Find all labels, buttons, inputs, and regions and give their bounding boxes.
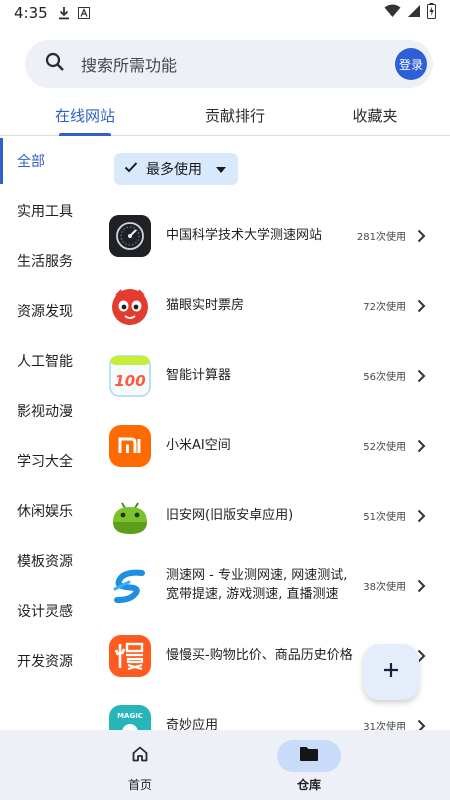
app-name: 奇妙应用 bbox=[166, 717, 219, 731]
maoyan-cat-icon bbox=[109, 285, 151, 327]
nav-label: 仓库 bbox=[296, 778, 321, 792]
sidebar-item-learning[interactable]: 学习大全 bbox=[0, 436, 96, 486]
tab-favorites[interactable]: 收藏夹 bbox=[300, 96, 450, 135]
app-name: 测速网 - 专业测网速, 网速测试, 宽带提速, 游戏测速, 直播测速 bbox=[166, 568, 348, 602]
chevron-right-icon bbox=[414, 298, 428, 313]
usage-count: 51次使用 bbox=[363, 511, 406, 523]
speedtest-s-icon bbox=[109, 565, 151, 607]
tab-label: 在线网站 bbox=[54, 107, 115, 125]
usage-count: 72次使用 bbox=[363, 301, 406, 313]
sort-filter-chip[interactable]: 最多使用 bbox=[114, 153, 238, 185]
chevron-right-icon bbox=[414, 368, 428, 383]
sidebar-item-dev-resources[interactable]: 开发资源 bbox=[0, 636, 96, 686]
status-time: 4:35 bbox=[14, 4, 48, 22]
sidebar-item-design[interactable]: 设计灵感 bbox=[0, 586, 96, 636]
filter-label: 最多使用 bbox=[146, 162, 202, 178]
magic-app-icon: MAGIC bbox=[109, 705, 151, 730]
signal-icon bbox=[407, 4, 421, 22]
app-name: 猫眼实时票房 bbox=[166, 297, 245, 313]
usage-count: 281次使用 bbox=[356, 231, 406, 243]
sidebar-item-resource-discovery[interactable]: 资源发现 bbox=[0, 286, 96, 336]
svg-text:MAGIC: MAGIC bbox=[117, 712, 143, 720]
search-input[interactable]: 搜索所需功能 bbox=[81, 52, 177, 76]
top-tabs: 在线网站 贡献排行 收藏夹 bbox=[0, 96, 450, 136]
list-item[interactable]: 100 智能计算器 56次使用 bbox=[96, 340, 450, 410]
list-item[interactable]: 猫眼实时票房 72次使用 bbox=[96, 270, 450, 340]
tab-contribution-ranking[interactable]: 贡献排行 bbox=[170, 96, 300, 135]
chevron-right-icon bbox=[414, 578, 428, 593]
usage-count: 38次使用 bbox=[363, 581, 406, 593]
list-item[interactable]: 小米AI空间 52次使用 bbox=[96, 410, 450, 480]
nav-label: 首页 bbox=[127, 778, 152, 792]
login-button[interactable]: 登录 bbox=[395, 48, 427, 80]
list-item[interactable]: 旧安网(旧版安卓应用) 51次使用 bbox=[96, 480, 450, 550]
chevron-right-icon bbox=[414, 718, 428, 730]
list-item[interactable]: 中国科学技术大学测速网站 281次使用 bbox=[96, 200, 450, 270]
tab-label: 收藏夹 bbox=[352, 107, 398, 125]
android-icon bbox=[109, 495, 151, 537]
sidebar-item-entertainment[interactable]: 休闲娱乐 bbox=[0, 486, 96, 536]
svg-text:100: 100 bbox=[114, 372, 145, 390]
plus-icon bbox=[383, 662, 399, 682]
chevron-right-icon bbox=[414, 438, 428, 453]
download-icon bbox=[58, 6, 70, 20]
chevron-right-icon bbox=[414, 508, 428, 523]
app-name: 智能计算器 bbox=[166, 367, 232, 383]
calculator-100-icon: 100 bbox=[109, 355, 151, 397]
battery-charging-icon bbox=[427, 3, 436, 23]
sidebar-item-film-anime[interactable]: 影视动漫 bbox=[0, 386, 96, 436]
folder-icon bbox=[299, 746, 319, 766]
sidebar-item-life-services[interactable]: 生活服务 bbox=[0, 236, 96, 286]
add-fab-button[interactable] bbox=[363, 644, 419, 700]
xiaomi-icon bbox=[109, 425, 151, 467]
category-sidebar: 全部 实用工具 生活服务 资源发现 人工智能 影视动漫 学习大全 休闲娱乐 模板… bbox=[0, 136, 96, 730]
sidebar-item-utilities[interactable]: 实用工具 bbox=[0, 186, 96, 236]
dropdown-caret-icon bbox=[216, 161, 226, 177]
usage-count: 56次使用 bbox=[363, 371, 406, 383]
search-icon bbox=[45, 52, 65, 76]
check-icon bbox=[124, 161, 138, 177]
sidebar-item-ai[interactable]: 人工智能 bbox=[0, 336, 96, 386]
home-icon bbox=[131, 745, 149, 767]
app-name: 中国科学技术大学测速网站 bbox=[166, 227, 323, 243]
search-bar[interactable]: 搜索所需功能 登录 bbox=[25, 40, 433, 88]
status-bar: 4:35 bbox=[0, 0, 450, 26]
speedometer-icon bbox=[109, 215, 151, 257]
app-name: 小米AI空间 bbox=[166, 437, 231, 453]
bottom-nav: 首页 仓库 bbox=[0, 730, 450, 800]
nav-home[interactable]: 首页 bbox=[85, 740, 195, 793]
nav-warehouse[interactable]: 仓库 bbox=[254, 740, 364, 793]
usage-count: 52次使用 bbox=[363, 441, 406, 453]
font-a-icon bbox=[77, 7, 90, 19]
list-item[interactable]: 测速网 - 专业测网速, 网速测试, 宽带提速, 游戏测速, 直播测速 38次使… bbox=[96, 550, 450, 620]
wifi-icon bbox=[384, 4, 401, 22]
chevron-right-icon bbox=[414, 228, 428, 243]
manmanmai-icon bbox=[109, 635, 151, 677]
app-name: 慢慢买-购物比价、商品历史价格 bbox=[166, 647, 353, 663]
tab-label: 贡献排行 bbox=[204, 107, 265, 125]
tab-online-sites[interactable]: 在线网站 bbox=[0, 96, 170, 135]
sidebar-item-all[interactable]: 全部 bbox=[0, 136, 96, 186]
app-name: 旧安网(旧版安卓应用) bbox=[166, 507, 294, 523]
sidebar-item-templates[interactable]: 模板资源 bbox=[0, 536, 96, 586]
